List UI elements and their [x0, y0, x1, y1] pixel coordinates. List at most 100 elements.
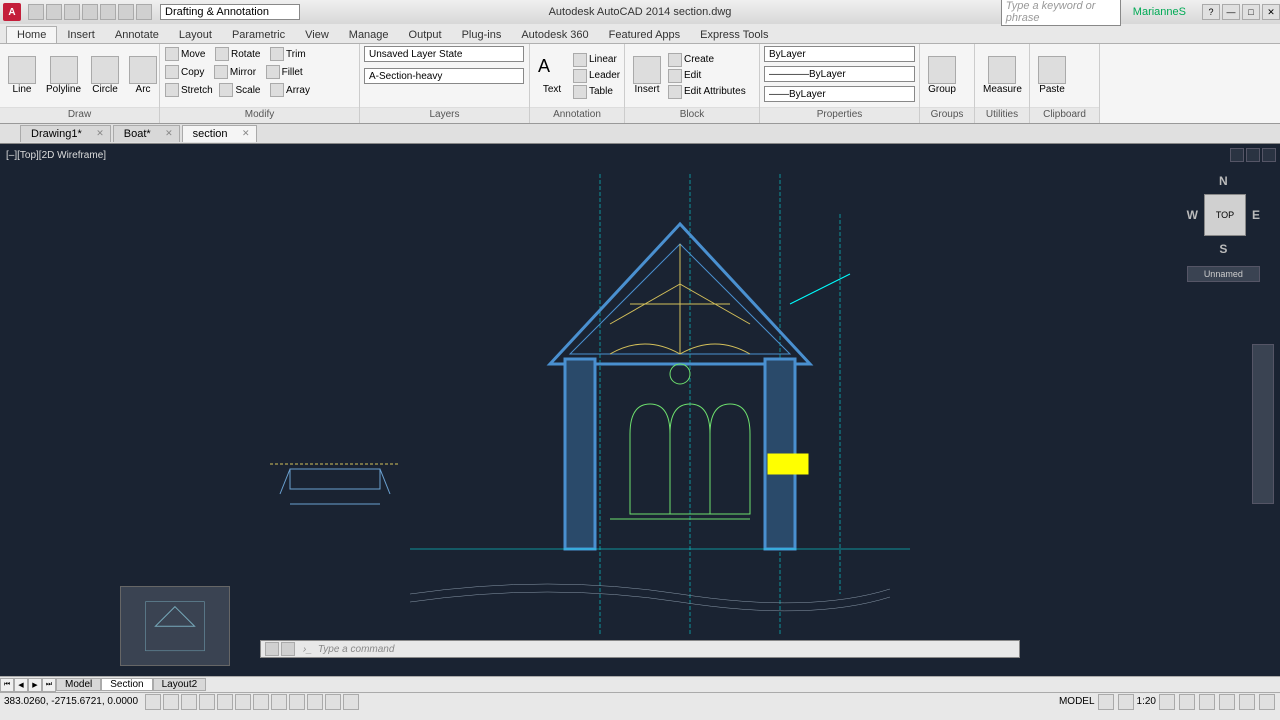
insert-button[interactable]: Insert	[629, 54, 665, 97]
status-btn[interactable]	[1179, 694, 1195, 710]
layer-state-select[interactable]: Unsaved Layer State	[364, 46, 524, 62]
linetype-select[interactable]: ———— ByLayer	[764, 66, 915, 82]
layouttab-section[interactable]: Section	[101, 678, 152, 691]
osnap-toggle[interactable]	[217, 694, 233, 710]
viewcube-w[interactable]: W	[1187, 208, 1198, 222]
viewcube[interactable]: N W TOP E S Unnamed	[1187, 174, 1260, 282]
tab-manage[interactable]: Manage	[339, 27, 399, 43]
fillet-button[interactable]: Fillet	[282, 67, 303, 78]
layer-current-select[interactable]: A-Section-heavy	[364, 68, 524, 84]
panel-modify-title[interactable]: Modify	[160, 107, 359, 123]
paste-button[interactable]: Paste	[1034, 54, 1070, 97]
snap-toggle[interactable]	[145, 694, 161, 710]
status-btn[interactable]	[1239, 694, 1255, 710]
viewcube-e[interactable]: E	[1252, 208, 1260, 222]
circle-button[interactable]: Circle	[87, 54, 123, 97]
panel-properties-title[interactable]: Properties	[760, 107, 919, 123]
viewcube-s[interactable]: S	[1187, 242, 1260, 256]
close-icon[interactable]: ✕	[96, 128, 104, 139]
panel-layers-title[interactable]: Layers	[360, 107, 529, 123]
measure-button[interactable]: Measure	[979, 54, 1026, 97]
tab-a360[interactable]: Autodesk 360	[511, 27, 598, 43]
status-btn[interactable]	[1219, 694, 1235, 710]
qat-saveas-icon[interactable]	[82, 4, 98, 20]
layout-nav-next[interactable]: ▶	[28, 678, 42, 692]
status-btn[interactable]	[1159, 694, 1175, 710]
tab-parametric[interactable]: Parametric	[222, 27, 295, 43]
qat-new-icon[interactable]	[28, 4, 44, 20]
panel-groups-title[interactable]: Groups	[920, 107, 974, 123]
linear-button[interactable]: Linear	[589, 54, 617, 65]
leader-button[interactable]: Leader	[589, 70, 620, 81]
status-btn[interactable]	[1118, 694, 1134, 710]
qat-undo-icon[interactable]	[118, 4, 134, 20]
tab-plugins[interactable]: Plug-ins	[452, 27, 512, 43]
app-logo[interactable]: A	[3, 3, 21, 21]
ducs-toggle[interactable]	[253, 694, 269, 710]
qat-save-icon[interactable]	[64, 4, 80, 20]
minimize-icon[interactable]: —	[1222, 4, 1240, 20]
tab-view[interactable]: View	[295, 27, 339, 43]
edit-block-button[interactable]: Edit	[684, 70, 701, 81]
layout-nav-prev[interactable]: ◀	[14, 678, 28, 692]
otrack-toggle[interactable]	[235, 694, 251, 710]
layout-nav-first[interactable]: ⏮	[0, 678, 14, 692]
status-btn[interactable]	[1098, 694, 1114, 710]
viewport-label[interactable]: [–][Top][2D Wireframe]	[6, 150, 106, 161]
close-icon[interactable]: ✕	[1262, 4, 1280, 20]
cmd-opts-icon[interactable]	[281, 642, 295, 656]
layout-nav-last[interactable]: ⏭	[42, 678, 56, 692]
workspace-select[interactable]: Drafting & Annotation	[160, 4, 300, 20]
qat-plot-icon[interactable]	[100, 4, 116, 20]
tab-annotate[interactable]: Annotate	[105, 27, 169, 43]
layouttab-layout2[interactable]: Layout2	[153, 678, 207, 691]
tab-insert[interactable]: Insert	[57, 27, 105, 43]
grid-toggle[interactable]	[163, 694, 179, 710]
user-label[interactable]: MarianneS	[1127, 5, 1192, 19]
vp-max-icon[interactable]	[1246, 148, 1260, 162]
rotate-button[interactable]: Rotate	[231, 49, 260, 60]
ucs-label[interactable]: Unnamed	[1187, 266, 1260, 282]
tab-featured[interactable]: Featured Apps	[599, 27, 691, 43]
dyn-toggle[interactable]	[271, 694, 287, 710]
panel-utilities-title[interactable]: Utilities	[975, 107, 1029, 123]
arc-button[interactable]: Arc	[125, 54, 161, 97]
filetab-section[interactable]: section✕	[182, 125, 257, 142]
search-input[interactable]: Type a keyword or phrase	[1001, 0, 1121, 26]
tab-home[interactable]: Home	[6, 26, 57, 43]
edit-attr-button[interactable]: Edit Attributes	[684, 86, 746, 97]
vp-close-icon[interactable]	[1262, 148, 1276, 162]
polar-toggle[interactable]	[199, 694, 215, 710]
sc-toggle[interactable]	[343, 694, 359, 710]
help-icon[interactable]: ?	[1202, 4, 1220, 20]
vp-min-icon[interactable]	[1230, 148, 1244, 162]
modelspace-label[interactable]: MODEL	[1059, 696, 1095, 707]
maximize-icon[interactable]: □	[1242, 4, 1260, 20]
lineweight-select[interactable]: —— ByLayer	[764, 86, 915, 102]
table-button[interactable]: Table	[589, 86, 613, 97]
trim-button[interactable]: Trim	[286, 49, 306, 60]
panel-draw-title[interactable]: Draw	[0, 107, 159, 123]
close-icon[interactable]: ✕	[242, 128, 250, 139]
filetab-boat[interactable]: Boat*✕	[113, 125, 180, 142]
panel-block-title[interactable]: Block	[625, 107, 759, 123]
command-line[interactable]: ›_ Type a command	[260, 640, 1020, 658]
tab-output[interactable]: Output	[399, 27, 452, 43]
color-select[interactable]: ByLayer	[764, 46, 915, 62]
filetab-drawing1[interactable]: Drawing1*✕	[20, 125, 111, 142]
cmd-close-icon[interactable]	[265, 642, 279, 656]
lwt-toggle[interactable]	[289, 694, 305, 710]
line-button[interactable]: Line	[4, 54, 40, 97]
tpy-toggle[interactable]	[307, 694, 323, 710]
copy-button[interactable]: Copy	[181, 67, 204, 78]
tab-express[interactable]: Express Tools	[690, 27, 778, 43]
tab-layout[interactable]: Layout	[169, 27, 222, 43]
status-btn[interactable]	[1199, 694, 1215, 710]
create-block-button[interactable]: Create	[684, 54, 714, 65]
text-button[interactable]: AText	[534, 54, 570, 97]
viewcube-n[interactable]: N	[1187, 174, 1260, 188]
qat-redo-icon[interactable]	[136, 4, 152, 20]
status-btn[interactable]	[1259, 694, 1275, 710]
polyline-button[interactable]: Polyline	[42, 54, 85, 97]
nav-bar[interactable]	[1252, 344, 1274, 504]
